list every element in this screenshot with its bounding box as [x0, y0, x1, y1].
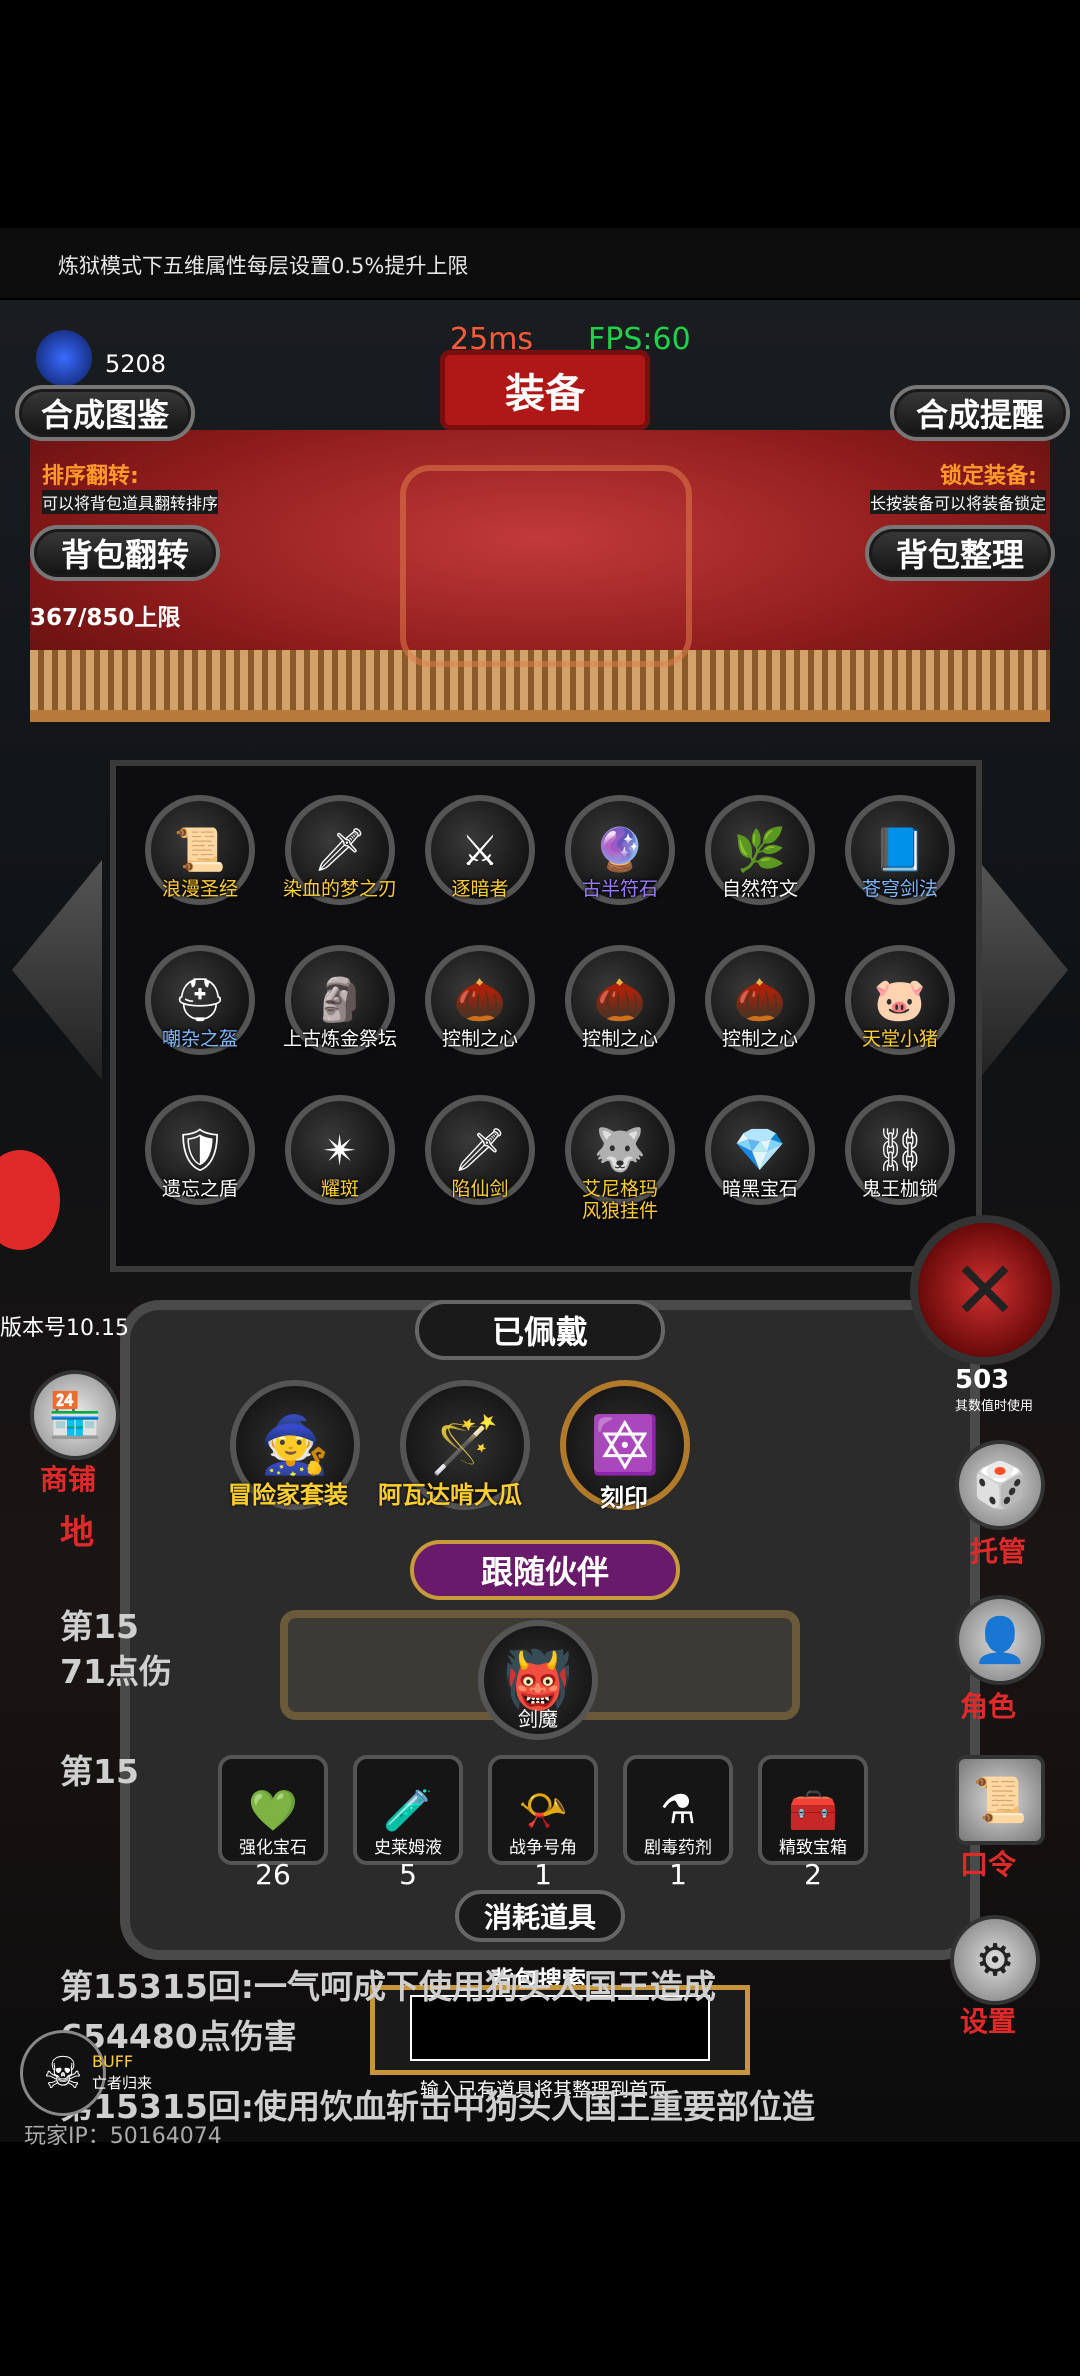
inventory-item[interactable]: 🐺 艾尼格玛 风狼挂件 — [560, 1095, 680, 1223]
consumable-count: 1 — [534, 1858, 552, 1891]
item-label: 控制之心 — [721, 1028, 798, 1050]
settings-label: 设置 — [960, 2005, 1017, 2038]
inventory-item[interactable]: ✴ 耀斑 — [280, 1095, 400, 1205]
consumable-count: 2 — [804, 1858, 822, 1891]
side-counter: 503 — [955, 1365, 1010, 1395]
gem-count: 5208 — [105, 350, 167, 378]
buff-desc: 亡者归来 — [92, 2074, 153, 2092]
inventory-item[interactable]: 🗡 染血的梦之刃 — [280, 795, 400, 905]
inventory-item[interactable]: ⛑ 嘲杂之盔 — [140, 945, 260, 1055]
inventory-item[interactable]: ⚔ 逐暗者 — [420, 795, 540, 905]
role-label: 角色 — [960, 1690, 1017, 1723]
inventory-item[interactable]: ⛓ 鬼王枷锁 — [840, 1095, 960, 1205]
equip-slot-1-label: 阿瓦达啃大瓜 — [378, 1481, 522, 1509]
scroll-icon: 📜 — [972, 1775, 1028, 1826]
notice-text: 炼狱模式下五维属性每层设置0.5%提升上限 — [58, 254, 469, 278]
item-label: 古半符石 — [581, 878, 658, 900]
consumable-count: 26 — [255, 1858, 291, 1891]
equip-slot-2-label: 刻印 — [600, 1484, 648, 1512]
close-button[interactable]: ✕ — [910, 1215, 1060, 1365]
item-label: 鬼王枷锁 — [861, 1178, 938, 1200]
inventory-item[interactable]: 📜 浪漫圣经 — [140, 795, 260, 905]
page-title: 装备 — [440, 350, 650, 430]
consumables-title: 消耗道具 — [455, 1890, 625, 1942]
consumable-name: 强化宝石 — [239, 1838, 307, 1858]
inventory-item[interactable]: 🗿 上古炼金祭坛 — [280, 945, 400, 1055]
item-label: 浪漫圣经 — [161, 878, 238, 900]
log-line-0: 第15 — [60, 1607, 139, 1646]
code-label: 口令 — [960, 1848, 1017, 1881]
shop-icon: 🏪 — [47, 1390, 103, 1441]
item-label: 天堂小猪 — [861, 1028, 938, 1050]
inventory-item[interactable]: 🌰 控制之心 — [560, 945, 680, 1055]
character-icon: 👤 — [972, 1615, 1028, 1666]
item-label: 染血的梦之刃 — [282, 878, 397, 900]
log-line-2: 第15 — [60, 1752, 139, 1791]
item-label: 自然符文 — [721, 878, 798, 900]
equip-slot-0-label: 冒险家套装 — [228, 1481, 348, 1509]
shop-label: 商铺 — [40, 1463, 97, 1496]
item-label: 耀斑 — [320, 1178, 359, 1200]
steward-label: 托管 — [970, 1535, 1027, 1568]
shop-button[interactable]: 🏪 — [30, 1370, 120, 1460]
inventory-item[interactable]: 🌿 自然符文 — [700, 795, 820, 905]
capacity-text: 367/850上限 — [30, 605, 181, 631]
inventory-item[interactable]: 🔮 古半符石 — [560, 795, 680, 905]
item-label: 苍穹剑法 — [861, 878, 938, 900]
log-line-3: 第15315回:一气呵成下使用狗头人国王造成 — [60, 1967, 717, 2006]
item-label: 艾尼格玛 风狼挂件 — [581, 1178, 658, 1222]
flip-hint-desc: 可以将背包道具翻转排序 — [42, 490, 219, 514]
item-label: 上古炼金祭坛 — [282, 1028, 397, 1050]
staff-icon: 🪄 — [430, 1413, 500, 1478]
version-text: 版本号10.15 — [0, 1316, 129, 1341]
lock-hint-desc: 长按装备可以将装备锁定 — [870, 490, 1047, 514]
notice-bar: 炼狱模式下五维属性每层设置0.5%提升上限 — [0, 228, 1080, 298]
adventurer-outfit-icon: 🧙 — [260, 1413, 330, 1478]
companion-title: 跟随伙伴 — [410, 1540, 680, 1600]
item-label: 控制之心 — [441, 1028, 518, 1050]
player-ip: 玩家IP：50164074 — [24, 2124, 222, 2149]
code-button[interactable]: 📜 — [955, 1755, 1045, 1845]
lock-hint-title: 锁定装备: — [940, 464, 1037, 489]
map-label-partial: 地 — [60, 1513, 94, 1553]
consumable-name: 剧毒药剂 — [644, 1838, 712, 1858]
item-label: 逐暗者 — [451, 878, 509, 900]
close-icon: ✕ — [951, 1243, 1019, 1337]
flip-bag-button[interactable]: 背包翻转 — [30, 525, 220, 581]
item-label: 遗忘之盾 — [161, 1178, 238, 1200]
inventory-item[interactable]: 💎 暗黑宝石 — [700, 1095, 820, 1205]
consumable-count: 5 — [399, 1858, 417, 1891]
gear-icon: ⚙ — [975, 1934, 1015, 1986]
crossed-swords-emblem — [400, 465, 692, 667]
item-label: 控制之心 — [581, 1028, 658, 1050]
gem-icon — [36, 330, 92, 386]
item-label: 暗黑宝石 — [721, 1178, 798, 1200]
inventory-item[interactable]: 🌰 控制之心 — [700, 945, 820, 1055]
inventory-item[interactable]: 🛡 遗忘之盾 — [140, 1095, 260, 1205]
remind-button[interactable]: 合成提醒 — [890, 385, 1070, 441]
consumable-name: 史莱姆液 — [374, 1838, 442, 1858]
dice-icon: 🎲 — [972, 1460, 1028, 1511]
inventory-item[interactable]: 🐷 天堂小猪 — [840, 945, 960, 1055]
item-label: 嘲杂之盔 — [161, 1028, 238, 1050]
consumable-name: 精致宝箱 — [779, 1838, 847, 1858]
steward-button[interactable]: 🎲 — [955, 1440, 1045, 1530]
settings-button[interactable]: ⚙ — [950, 1915, 1040, 2005]
consumable-count: 1 — [669, 1858, 687, 1891]
engraving-icon: 🔯 — [590, 1413, 660, 1478]
inventory-item[interactable]: 🗡 陷仙剑 — [420, 1095, 540, 1205]
flip-hint-title: 排序翻转: — [42, 464, 139, 489]
inventory-item[interactable]: 📘 苍穹剑法 — [840, 795, 960, 905]
consumable-name: 战争号角 — [509, 1838, 577, 1858]
buff-label: BUFF — [92, 2052, 134, 2071]
side-counter-desc: 其数值时使用 — [955, 1399, 1034, 1414]
inventory-item[interactable]: 🌰 控制之心 — [420, 945, 540, 1055]
role-button[interactable]: 👤 — [955, 1595, 1045, 1685]
log-line-1: 71点伤 — [60, 1652, 172, 1691]
codex-button[interactable]: 合成图鉴 — [15, 385, 195, 441]
sort-bag-button[interactable]: 背包整理 — [865, 525, 1055, 581]
companion-name: 剑魔 — [518, 1707, 558, 1731]
item-label: 陷仙剑 — [451, 1178, 509, 1200]
equipped-title: 已佩戴 — [415, 1300, 665, 1360]
